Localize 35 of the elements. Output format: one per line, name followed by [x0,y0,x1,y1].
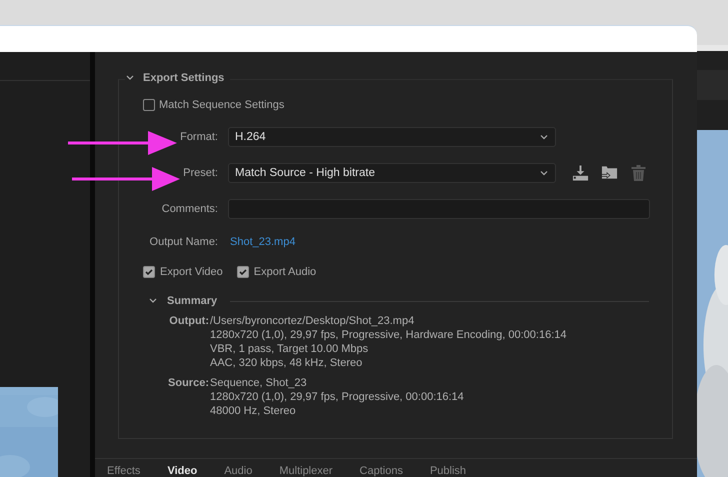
section-title: Export Settings [143,72,224,84]
summary-text: /Users/byroncortez/Desktop/Shot_23.mp4 [210,314,416,328]
tab[interactable]: Effects [107,465,140,477]
chevron-icon[interactable] [539,168,549,178]
summary-text: AAC, 320 kbps, 48 kHz, Stereo [210,356,364,370]
field-label: Output Name: [148,236,219,248]
summary-label: Source: [167,376,210,391]
tab[interactable]: Publish [430,465,466,477]
chevron-icon[interactable] [539,132,549,142]
summary-text: Sequence, Shot_23 [210,376,308,390]
summary-text: 1280x720 (1,0), 29,97 fps, Progressive, 00:00:16:14 [210,390,464,404]
tab[interactable]: Video [167,465,198,477]
checkbox[interactable] [143,99,155,111]
dropdown[interactable]: Match Source - High bitrate [228,163,556,183]
summary-text: 1280x720 (1,0), 29,97 fps, Progressive, Hardware Encoding, 00:00:16:14 [210,328,567,342]
checkbox[interactable] [143,266,155,278]
tab[interactable]: Multiplexer [279,465,333,477]
dropdown[interactable]: H.264 [228,127,556,147]
file-link[interactable]: Shot_23.mp4 [230,236,296,248]
field-label: Comments: [160,203,219,215]
folder-icon[interactable] [601,165,618,181]
field-label: Preset: [182,167,219,179]
checkbox-label: Export Video [160,266,223,278]
section-title: Summary [167,295,218,307]
download-icon[interactable] [572,165,589,181]
checkbox[interactable] [236,266,249,278]
summary-text: 48000 Hz, Stereo [210,404,297,418]
input-field[interactable] [228,199,650,219]
tab[interactable]: Audio [224,465,252,477]
summary-text: VBR, 1 pass, Target 10.00 Mbps [210,342,370,356]
checkbox-label: Export Audio [254,266,316,278]
field-label: Format: [179,131,219,143]
summary-label: Output: [168,314,210,329]
tab[interactable]: Captions [360,465,403,477]
checkbox-label: Match Sequence Settings [159,99,284,111]
